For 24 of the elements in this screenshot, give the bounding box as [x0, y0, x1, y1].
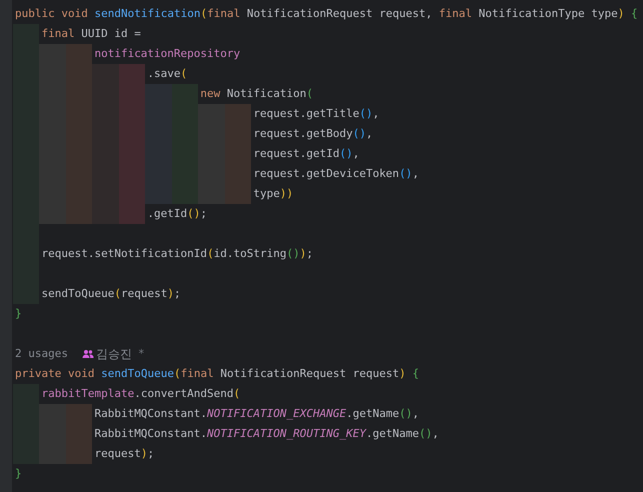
code-line: private void sendToQueue(final NotificationRequest request) { — [14, 366, 420, 382]
people-icon — [82, 349, 94, 359]
modified-marker: * — [138, 346, 145, 362]
code-line: request.getId(), — [252, 146, 360, 162]
code-line: .getId(); — [146, 206, 208, 222]
usages-link[interactable]: 2 usages — [13, 344, 68, 364]
code-line: final UUID id = — [40, 26, 141, 42]
code-line: RabbitMQConstant.NOTIFICATION_ROUTING_KEY.getName(), — [93, 426, 439, 442]
code-line: RabbitMQConstant.NOTIFICATION_EXCHANGE.getName(), — [93, 406, 419, 422]
code-line: } — [14, 306, 22, 322]
code-line: public void sendNotification(final NotificationRequest request, final NotificationType type) { — [14, 6, 638, 22]
code-line: request.setNotificationId(id.toString()); — [40, 246, 314, 262]
code-line: .save( — [146, 66, 188, 82]
code-line: request); — [93, 446, 154, 462]
code-line: request.getTitle(), — [252, 106, 380, 122]
code-line: type)) — [252, 186, 294, 202]
author-name[interactable]: 김승진 — [96, 344, 132, 364]
code-line: rabbitTemplate.convertAndSend( — [40, 386, 240, 402]
code-line: sendToQueue(request); — [40, 286, 181, 302]
code-line: new Notification( — [199, 86, 313, 102]
code-line: request.getBody(), — [252, 126, 373, 142]
code-line: } — [14, 466, 22, 482]
code-line: request.getDeviceToken(), — [252, 166, 419, 182]
code-line: notificationRepository — [93, 46, 240, 62]
